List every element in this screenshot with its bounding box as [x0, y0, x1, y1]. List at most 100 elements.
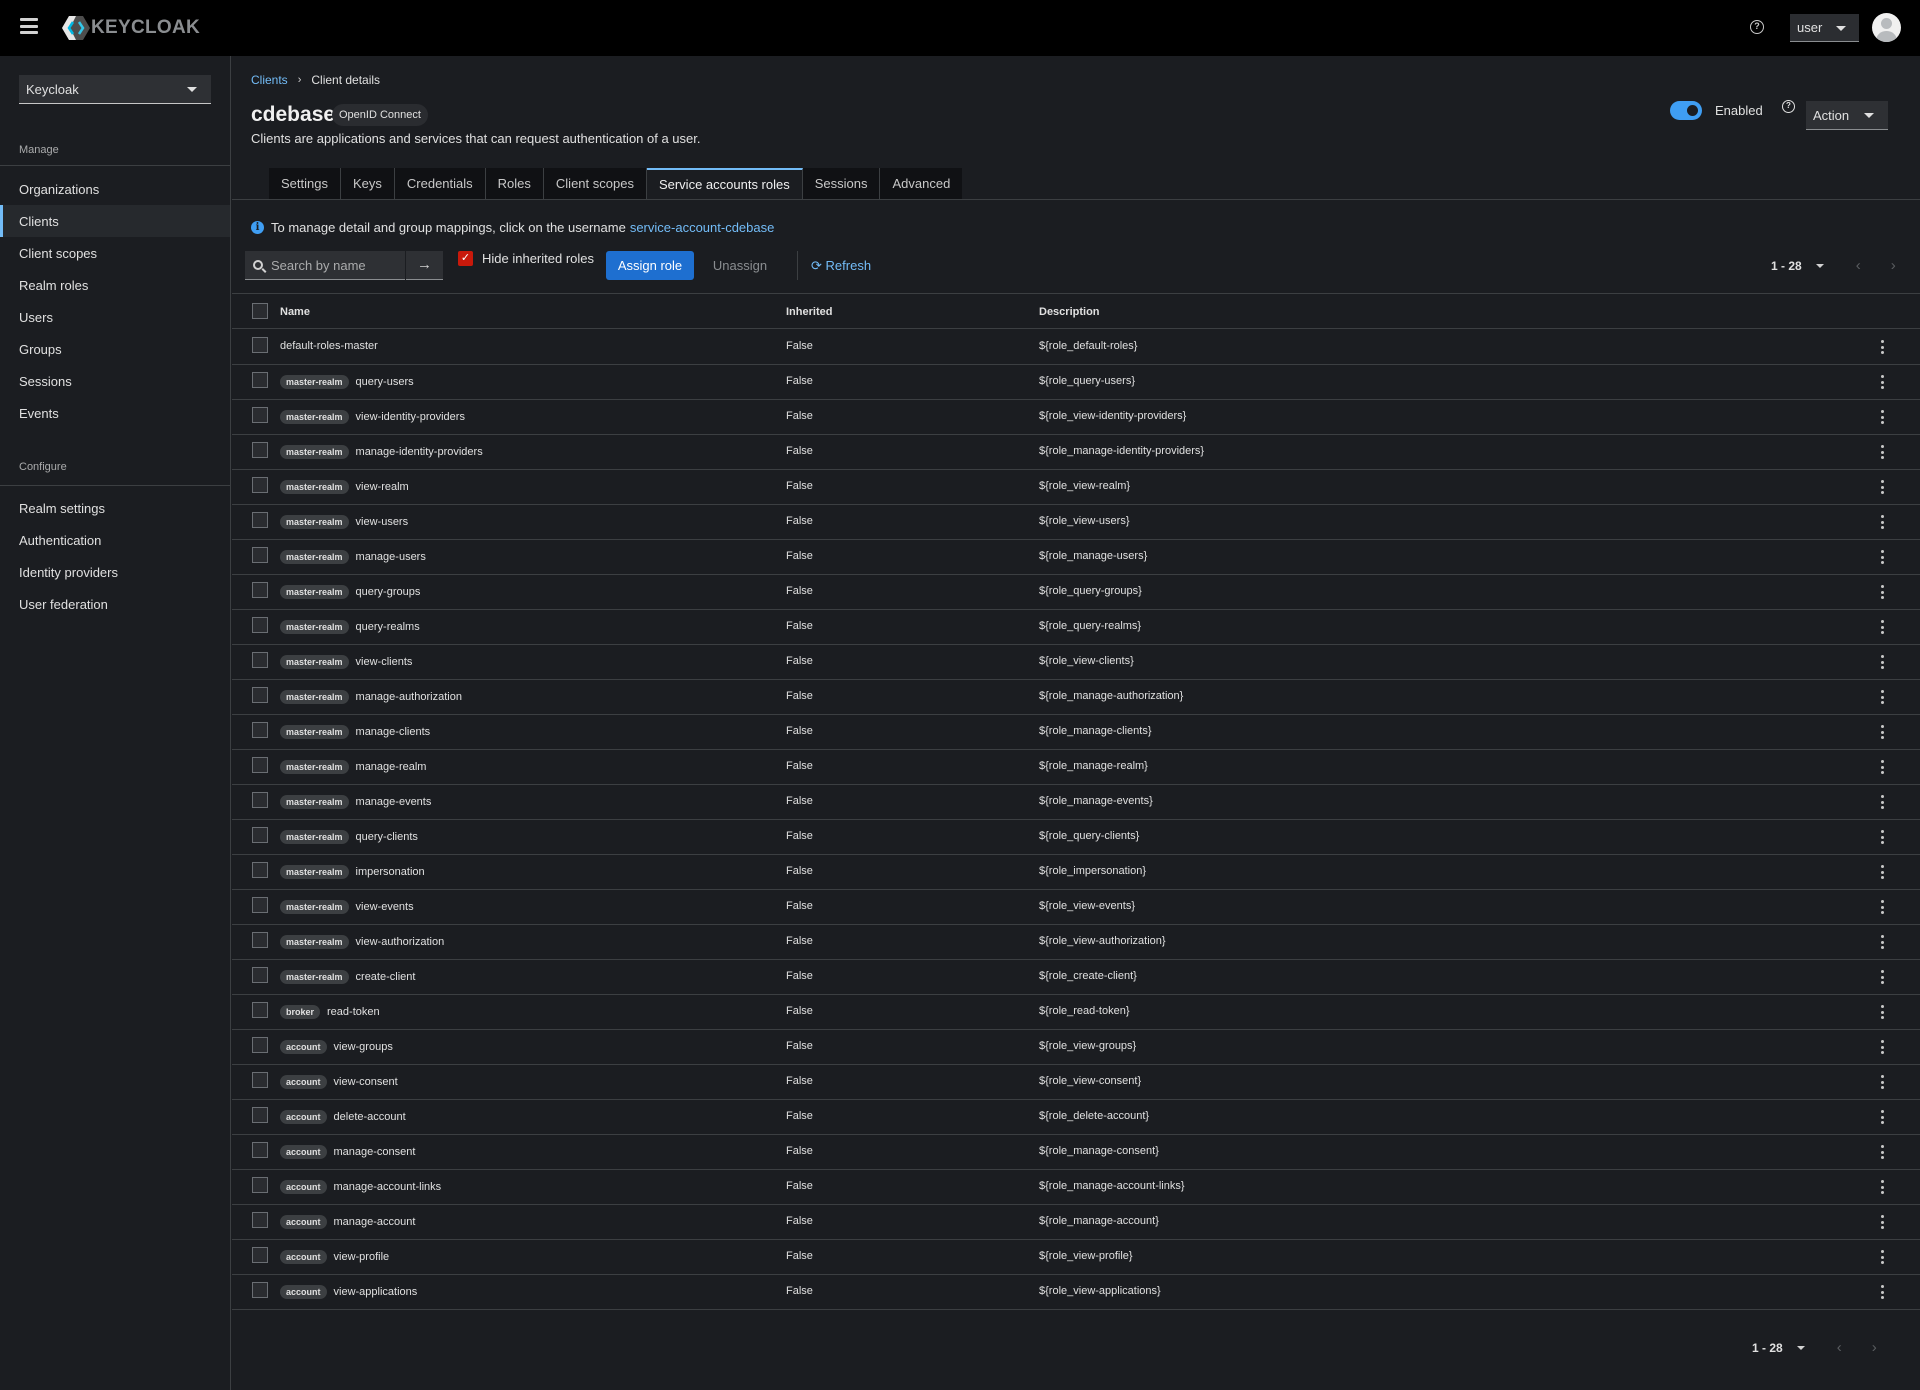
kebab-menu-icon[interactable] [1879, 759, 1885, 775]
row-checkbox[interactable] [252, 1282, 268, 1298]
kebab-menu-icon[interactable] [1879, 654, 1885, 670]
row-checkbox[interactable] [252, 1072, 268, 1088]
select-all-checkbox[interactable] [252, 303, 268, 319]
kebab-menu-icon[interactable] [1879, 1284, 1885, 1300]
row-checkbox[interactable] [252, 1037, 268, 1053]
row-checkbox[interactable] [252, 372, 268, 388]
next-page-icon[interactable]: › [1872, 1339, 1877, 1356]
row-checkbox[interactable] [252, 617, 268, 633]
sidebar-item-users[interactable]: Users [0, 301, 230, 333]
tab-advanced[interactable]: Advanced [880, 168, 963, 199]
kebab-menu-icon[interactable] [1879, 619, 1885, 635]
row-checkbox[interactable] [252, 652, 268, 668]
kebab-menu-icon[interactable] [1879, 724, 1885, 740]
row-checkbox[interactable] [252, 757, 268, 773]
tab-sessions[interactable]: Sessions [802, 168, 881, 199]
kebab-menu-icon[interactable] [1879, 514, 1885, 530]
kebab-menu-icon[interactable] [1879, 864, 1885, 880]
breadcrumb-clients-link[interactable]: Clients [251, 73, 288, 87]
help-icon[interactable]: ? [1782, 100, 1795, 113]
sidebar-item-identity-providers[interactable]: Identity providers [0, 556, 230, 588]
row-checkbox[interactable] [252, 1177, 268, 1193]
sidebar-item-realm-settings[interactable]: Realm settings [0, 492, 230, 524]
row-checkbox[interactable] [252, 407, 268, 423]
kebab-menu-icon[interactable] [1879, 479, 1885, 495]
kebab-menu-icon[interactable] [1879, 689, 1885, 705]
sidebar-item-events[interactable]: Events [0, 397, 230, 429]
tab-roles[interactable]: Roles [485, 168, 544, 199]
action-dropdown[interactable]: Action [1806, 101, 1888, 130]
kebab-menu-icon[interactable] [1879, 1249, 1885, 1265]
row-checkbox[interactable] [252, 932, 268, 948]
column-header-name[interactable]: Name [280, 306, 310, 318]
kebab-menu-icon[interactable] [1879, 1144, 1885, 1160]
next-page-icon[interactable]: › [1891, 257, 1896, 274]
search-input[interactable] [271, 257, 401, 273]
hamburger-menu-icon[interactable] [20, 18, 38, 34]
kebab-menu-icon[interactable] [1879, 969, 1885, 985]
row-checkbox[interactable] [252, 1247, 268, 1263]
kebab-menu-icon[interactable] [1879, 339, 1885, 355]
kebab-menu-icon[interactable] [1879, 794, 1885, 810]
row-checkbox[interactable] [252, 1142, 268, 1158]
brand-logo[interactable]: KEYCLOAK [62, 14, 200, 42]
sidebar-item-groups[interactable]: Groups [0, 333, 230, 365]
kebab-menu-icon[interactable] [1879, 1039, 1885, 1055]
row-checkbox[interactable] [252, 547, 268, 563]
kebab-menu-icon[interactable] [1879, 1214, 1885, 1230]
sidebar-item-client-scopes[interactable]: Client scopes [0, 237, 230, 269]
realm-selector[interactable]: Keycloak [19, 75, 211, 104]
kebab-menu-icon[interactable] [1879, 1179, 1885, 1195]
refresh-button[interactable]: ⟳ Refresh [811, 251, 871, 280]
assign-role-button[interactable]: Assign role [606, 251, 694, 280]
row-checkbox[interactable] [252, 442, 268, 458]
tab-service-accounts-roles[interactable]: Service accounts roles [646, 168, 803, 199]
kebab-menu-icon[interactable] [1879, 934, 1885, 950]
kebab-menu-icon[interactable] [1879, 549, 1885, 565]
row-checkbox[interactable] [252, 792, 268, 808]
sidebar-item-sessions[interactable]: Sessions [0, 365, 230, 397]
row-checkbox[interactable] [252, 722, 268, 738]
row-checkbox[interactable] [252, 967, 268, 983]
row-checkbox[interactable] [252, 687, 268, 703]
kebab-menu-icon[interactable] [1879, 409, 1885, 425]
tab-settings[interactable]: Settings [269, 168, 341, 199]
user-menu-dropdown[interactable]: user [1790, 14, 1859, 42]
kebab-menu-icon[interactable] [1879, 374, 1885, 390]
previous-page-icon[interactable]: ‹ [1837, 1339, 1842, 1356]
row-checkbox[interactable] [252, 897, 268, 913]
enabled-toggle[interactable] [1670, 101, 1702, 120]
sidebar-item-organizations[interactable]: Organizations [0, 173, 230, 205]
help-icon[interactable]: ? [1750, 20, 1764, 34]
row-checkbox[interactable] [252, 477, 268, 493]
sidebar-item-realm-roles[interactable]: Realm roles [0, 269, 230, 301]
tab-credentials[interactable]: Credentials [394, 168, 486, 199]
kebab-menu-icon[interactable] [1879, 1004, 1885, 1020]
row-checkbox[interactable] [252, 337, 268, 353]
sidebar-item-user-federation[interactable]: User federation [0, 588, 230, 620]
row-checkbox[interactable] [252, 1107, 268, 1123]
kebab-menu-icon[interactable] [1879, 584, 1885, 600]
row-checkbox[interactable] [252, 862, 268, 878]
row-checkbox[interactable] [252, 512, 268, 528]
kebab-menu-icon[interactable] [1879, 1109, 1885, 1125]
hide-inherited-checkbox[interactable]: ✓ [458, 251, 473, 266]
row-checkbox[interactable] [252, 1002, 268, 1018]
per-page-caret-icon[interactable] [1796, 1345, 1805, 1350]
kebab-menu-icon[interactable] [1879, 899, 1885, 915]
kebab-menu-icon[interactable] [1879, 829, 1885, 845]
sidebar-item-authentication[interactable]: Authentication [0, 524, 230, 556]
unassign-button[interactable]: Unassign [700, 251, 780, 280]
search-submit-arrow-icon[interactable]: → [406, 251, 443, 280]
row-checkbox[interactable] [252, 827, 268, 843]
sidebar-item-clients[interactable]: Clients [0, 205, 230, 237]
avatar[interactable] [1872, 13, 1901, 42]
service-account-link[interactable]: service-account-cdebase [630, 220, 775, 235]
per-page-caret-icon[interactable] [1815, 263, 1824, 268]
tab-keys[interactable]: Keys [340, 168, 395, 199]
previous-page-icon[interactable]: ‹ [1856, 257, 1861, 274]
column-header-inherited[interactable]: Inherited [786, 306, 832, 318]
row-checkbox[interactable] [252, 582, 268, 598]
kebab-menu-icon[interactable] [1879, 1074, 1885, 1090]
column-header-description[interactable]: Description [1039, 306, 1100, 318]
